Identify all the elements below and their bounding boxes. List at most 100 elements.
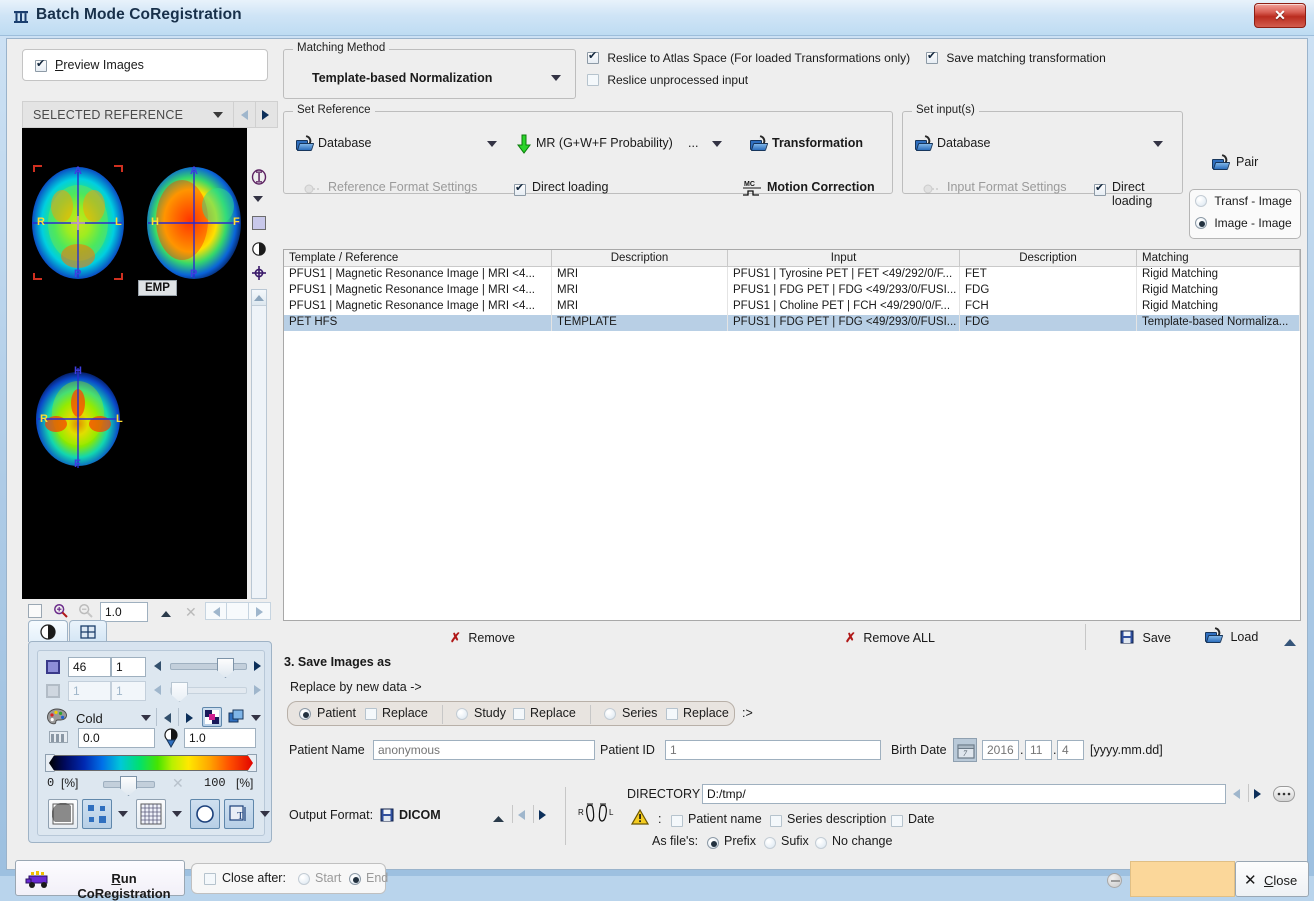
palette-more-icon[interactable] <box>251 715 261 721</box>
input-direct-loading-checkbox[interactable] <box>1094 182 1106 196</box>
close-button[interactable]: ✕ CloseClose <box>1235 861 1309 897</box>
transformation-button-label[interactable]: Transformation <box>772 136 863 150</box>
close-after-checkbox[interactable] <box>204 873 216 885</box>
folder-icon[interactable] <box>296 135 315 152</box>
chevron-down-icon[interactable] <box>213 112 223 118</box>
output-format-prev-button[interactable] <box>518 810 525 820</box>
square-color-icon[interactable] <box>252 216 266 230</box>
palette-invert-button[interactable] <box>202 707 222 727</box>
save-matching-option[interactable]: Save matching transformation <box>926 50 1106 65</box>
directory-next-button[interactable] <box>1254 789 1261 799</box>
file-mode-nochange-radio[interactable] <box>815 837 827 849</box>
frame-next-button[interactable] <box>254 685 261 695</box>
scope-study-radio[interactable] <box>456 708 468 720</box>
clear-icon[interactable]: ✕ <box>185 604 197 621</box>
range-slider-track[interactable] <box>103 776 155 796</box>
slice-prev-button[interactable] <box>154 661 161 671</box>
palette-next-button[interactable] <box>186 713 193 723</box>
slice-next-button[interactable] <box>254 661 261 671</box>
reference-next-button[interactable] <box>256 101 278 128</box>
table-row[interactable]: PFUS1 | Magnetic Resonance Image | MRI <… <box>284 267 1300 283</box>
range-slider-thumb[interactable] <box>120 776 137 796</box>
preview-scrollbar[interactable] <box>251 289 267 599</box>
frame-slider-thumb[interactable] <box>171 682 188 702</box>
markers-more-icon[interactable] <box>118 811 128 817</box>
image-preview-canvas[interactable]: A R L P A H F P H R L F <box>22 128 247 599</box>
column-header-reference[interactable]: Template / Reference <box>284 250 552 266</box>
pair-image-image-radio[interactable] <box>1195 217 1207 229</box>
zoom-stepper-up[interactable] <box>160 607 172 621</box>
remove-all-button[interactable]: ✗ Remove ALL <box>845 630 935 646</box>
table-row[interactable]: PFUS1 | Magnetic Resonance Image | MRI <… <box>284 299 1300 315</box>
motion-correction-icon[interactable]: MC <box>741 178 763 201</box>
palette-copy-icon[interactable] <box>228 709 245 728</box>
selected-reference-dropdown[interactable]: SELECTED REFERENCE <box>22 101 234 128</box>
frame-total-input[interactable] <box>111 681 146 701</box>
zoom-in-icon[interactable] <box>53 603 68 621</box>
reference-ellipsis[interactable]: ... <box>688 136 698 150</box>
chevron-down-icon[interactable] <box>712 141 722 147</box>
crosshair-icon[interactable] <box>252 266 266 283</box>
markers-button[interactable] <box>82 799 112 829</box>
run-coregistration-button[interactable]: Run CoRegistrationRun CoRegistration <box>15 860 185 901</box>
table-row[interactable]: PET HFS TEMPLATE PFUS1 | FDG PET | FDG <… <box>284 315 1300 331</box>
page-next-button[interactable] <box>249 602 271 620</box>
preview-images-box[interactable]: PPreview Imagesreview Images <box>22 49 268 81</box>
birth-year-input[interactable] <box>982 740 1019 760</box>
close-after-start-radio[interactable] <box>298 873 310 885</box>
save-list-button[interactable]: Save <box>1120 630 1171 645</box>
download-arrow-icon[interactable] <box>517 134 531 157</box>
grid-more-icon[interactable] <box>172 811 182 817</box>
scope-series-replace-checkbox[interactable] <box>666 708 678 720</box>
contrast-icon[interactable] <box>252 242 266 259</box>
column-header-input[interactable]: Input <box>728 250 960 266</box>
tab-contrast[interactable] <box>28 620 68 642</box>
patient-id-input[interactable] <box>665 740 881 760</box>
pair-option-transf-image[interactable]: Transf - Image <box>1195 194 1292 208</box>
page-field[interactable] <box>227 602 249 620</box>
reslice-atlas-checkbox[interactable] <box>587 50 599 64</box>
window-level-icon[interactable] <box>162 728 180 751</box>
pair-transf-image-radio[interactable] <box>1195 195 1207 207</box>
directory-input[interactable] <box>702 784 1226 804</box>
reslice-unprocessed-option[interactable]: Reslice unprocessed input <box>587 73 748 87</box>
close-after-end-radio[interactable] <box>349 873 361 885</box>
annotation-button[interactable]: T <box>224 799 254 829</box>
reslice-atlas-option[interactable]: Reslice to Atlas Space (For loaded Trans… <box>587 50 910 65</box>
palette-prev-button[interactable] <box>164 713 171 723</box>
slice-slider-thumb[interactable] <box>217 658 234 678</box>
birth-month-input[interactable] <box>1025 740 1052 760</box>
window-max-input[interactable] <box>184 728 256 748</box>
range-clear-icon[interactable]: ✕ <box>172 775 184 792</box>
slice-slider-track[interactable] <box>170 658 247 678</box>
output-format-value[interactable]: DICOM <box>399 808 441 822</box>
table-row[interactable]: PFUS1 | Magnetic Resonance Image | MRI <… <box>284 283 1300 299</box>
window-close-button[interactable]: ✕ <box>1254 3 1306 28</box>
directory-prev-button[interactable] <box>1233 789 1240 799</box>
color-scale-bar[interactable] <box>48 755 255 771</box>
scope-study-replace-checkbox[interactable] <box>513 708 525 720</box>
palette-dropdown-icon[interactable] <box>141 715 151 721</box>
scroll-up-button[interactable] <box>252 290 266 306</box>
directory-more-button[interactable] <box>1273 786 1295 802</box>
include-series-description-checkbox[interactable] <box>770 815 782 827</box>
preview-images-checkbox[interactable] <box>35 58 47 72</box>
pair-option-image-image[interactable]: Image - Image <box>1195 216 1292 230</box>
include-patient-name-checkbox[interactable] <box>671 815 683 827</box>
zoom-factor-input[interactable] <box>100 602 148 622</box>
grid-overlay-button[interactable] <box>136 799 166 829</box>
chevron-down-icon[interactable] <box>253 196 263 202</box>
output-format-next-button[interactable] <box>539 810 546 820</box>
slice-index-input[interactable] <box>68 657 111 677</box>
scope-patient-replace-checkbox[interactable] <box>365 708 377 720</box>
birth-day-input[interactable] <box>1057 740 1084 760</box>
contour-button[interactable] <box>190 799 220 829</box>
frame-index-input[interactable] <box>68 681 111 701</box>
file-mode-sufix-radio[interactable] <box>764 837 776 849</box>
chevron-down-icon[interactable] <box>551 75 561 81</box>
reset-view-checkbox[interactable] <box>28 604 42 618</box>
reference-direct-loading-checkbox[interactable] <box>514 182 526 196</box>
save-matching-checkbox[interactable] <box>926 50 938 64</box>
scope-patient-radio[interactable] <box>299 708 311 720</box>
column-header-description[interactable]: Description <box>552 250 728 266</box>
